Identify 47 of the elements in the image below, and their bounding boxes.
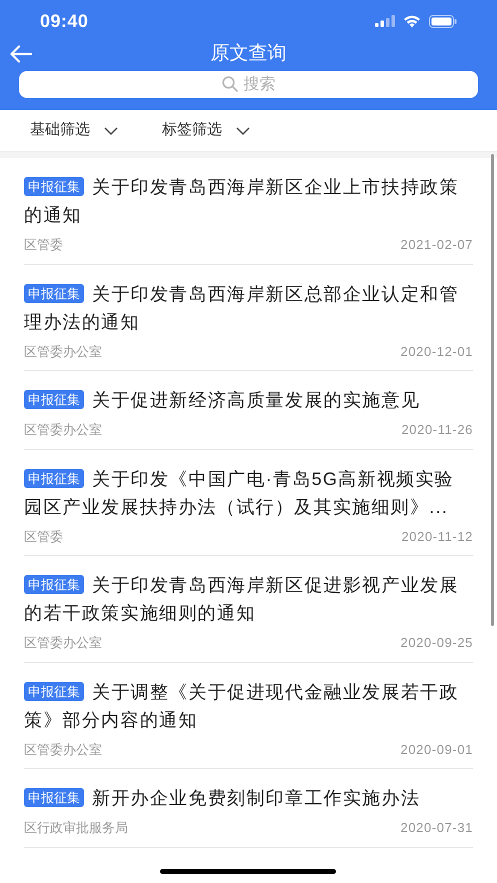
- article-date: 2021-02-07: [400, 236, 473, 254]
- article-date: 2020-11-26: [401, 421, 473, 439]
- article-item[interactable]: 申报征集 新开办企业免费刻制印章工作实施办法 区行政审批服务局 2020-07-31: [24, 769, 473, 848]
- chevron-down-icon: [104, 126, 118, 134]
- article-source: 区管委办公室: [24, 634, 102, 652]
- filter-dropdown[interactable]: 标签筛选: [162, 119, 250, 142]
- article-item[interactable]: 申报征集 关于印发青岛西海岸新区企业上市扶持政策的通知 区管委 2021-02-07: [24, 158, 473, 264]
- wifi-icon: [403, 14, 421, 28]
- article-date: 2020-09-25: [400, 634, 473, 652]
- article-item[interactable]: 申报征集 关于促进新经济高质量发展的实施意见 区管委办公室 2020-11-26: [24, 371, 473, 450]
- article-source: 区管委: [24, 528, 63, 546]
- category-tag: 申报征集: [24, 575, 84, 594]
- article-item[interactable]: 申报征集 关于印发青岛西海岸新区总部企业认定和管理办法的通知 区管委办公室 2020-12-01: [24, 264, 473, 371]
- search-icon: [222, 76, 238, 92]
- category-tag: 申报征集: [24, 788, 84, 807]
- category-tag: 申报征集: [24, 284, 84, 302]
- page-title: 原文查询: [210, 42, 286, 66]
- article-title: 申报征集 关于调整《关于促进现代金融业发展若干政策》部分内容的通知: [24, 680, 460, 732]
- signal-icon: [375, 15, 395, 27]
- category-tag: 申报征集: [24, 390, 84, 409]
- back-icon[interactable]: [10, 45, 32, 63]
- article-item[interactable]: 申报征集 关于调整《关于促进现代金融业发展若干政策》部分内容的通知 区管委办公室 2020-09-01: [24, 662, 473, 769]
- article-source: 区管委办公室: [24, 342, 102, 360]
- article-title: 申报征集 关于印发青岛西海岸新区促进影视产业发展的若干政策实施细则的通知: [24, 574, 460, 625]
- article-date: 2020-11-12: [401, 528, 473, 546]
- category-tag: 申报征集: [24, 177, 84, 196]
- search-field[interactable]: 搜索: [19, 71, 478, 98]
- article-date: 2020-12-01: [400, 342, 473, 360]
- chevron-down-icon: [236, 126, 250, 134]
- article-title: 申报征集 关于印发《中国广电·青岛5G高新视频实验园区产业发展扶持办法（试行）及其实施细则》...: [24, 468, 456, 518]
- article-title: 申报征集 关于印发青岛西海岸新区总部企业认定和管理办法的通知: [24, 282, 460, 334]
- battery-icon: [429, 14, 457, 28]
- status-time: 09:40: [40, 10, 88, 32]
- article-source: 区行政审批服务局: [24, 819, 128, 837]
- article-date: 2020-09-01: [400, 740, 473, 758]
- article-source: 区管委办公室: [24, 740, 102, 758]
- article-date: 2020-07-31: [400, 819, 473, 837]
- article-title: 申报征集 关于印发青岛西海岸新区企业上市扶持政策的通知: [24, 176, 460, 227]
- category-tag: 申报征集: [24, 468, 84, 488]
- article-item[interactable]: 申报征集 关于印发青岛西海岸新区促进影视产业发展的若干政策实施细则的通知 区管委办公室 2020-09-25: [24, 556, 473, 662]
- article-source: 区管委: [24, 236, 63, 254]
- filter-dropdown[interactable]: 基础筛选: [30, 119, 118, 142]
- article-item[interactable]: 申报征集 关于印发《中国广电·青岛5G高新视频实验园区产业发展扶持办法（试行）及其实施细则》... 区管委 2020-11-12: [24, 450, 473, 556]
- article-source: 区管委办公室: [24, 421, 102, 439]
- article-title: 申报征集 新开办企业免费刻制印章工作实施办法: [24, 784, 473, 812]
- category-tag: 申报征集: [24, 682, 84, 700]
- article-title: 申报征集 关于促进新经济高质量发展的实施意见: [24, 386, 473, 414]
